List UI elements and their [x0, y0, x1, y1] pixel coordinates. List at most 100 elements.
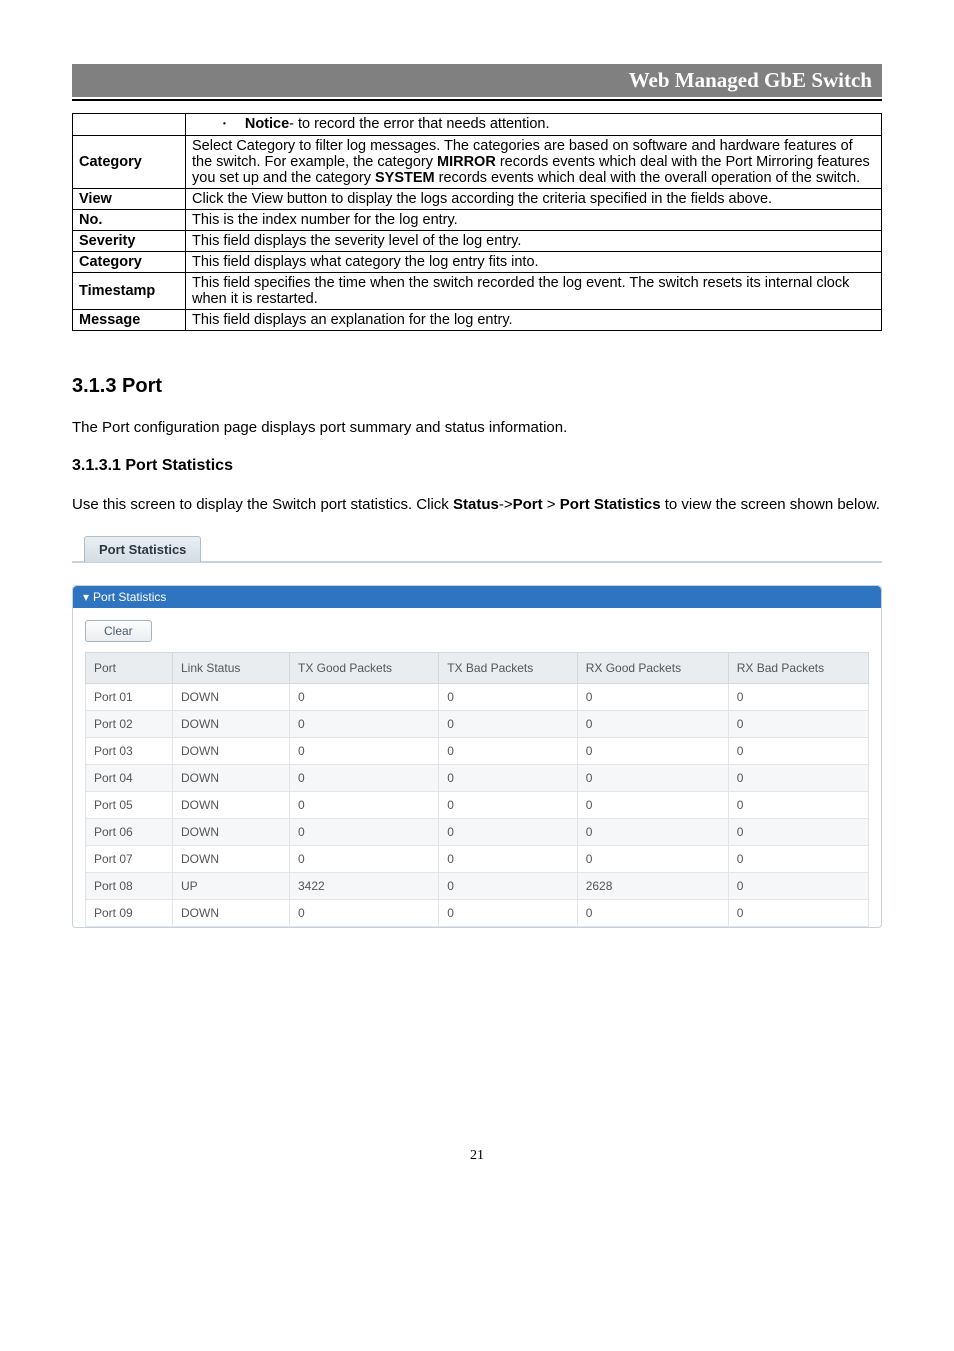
cell-port: Port 05 [86, 791, 173, 818]
section-heading-port-statistics: 3.1.3.1 Port Statistics [72, 457, 882, 475]
chevron-down-icon: ▾ [83, 590, 89, 604]
cell-link: DOWN [173, 737, 290, 764]
def-text: This field displays an explanation for t… [186, 310, 882, 331]
cell-txg: 0 [290, 899, 439, 926]
def-label: Timestamp [73, 273, 186, 310]
cell-link: DOWN [173, 845, 290, 872]
section-heading-port: 3.1.3 Port [72, 375, 882, 398]
table-row: Port 03DOWN0000 [86, 737, 869, 764]
cell-rxg: 0 [577, 764, 728, 791]
table-row: Port 08UP3422026280 [86, 872, 869, 899]
cell-txg: 3422 [290, 872, 439, 899]
cell-txg: 0 [290, 791, 439, 818]
cell-rxb: 0 [728, 872, 868, 899]
notice-text: - to record the error that needs attenti… [289, 116, 549, 132]
cell-rxg: 0 [577, 737, 728, 764]
def-notice-cell: ·Notice- to record the error that needs … [186, 114, 882, 136]
cell-rxg: 0 [577, 683, 728, 710]
cell-rxg: 0 [577, 710, 728, 737]
cell-link: DOWN [173, 899, 290, 926]
cell-port: Port 09 [86, 899, 173, 926]
cell-rxg: 2628 [577, 872, 728, 899]
cell-rxg: 0 [577, 818, 728, 845]
stats-intro: Use this screen to display the Switch po… [72, 493, 882, 516]
page-number: 21 [72, 1148, 882, 1164]
cell-txb: 0 [439, 791, 577, 818]
tab-port-statistics[interactable]: Port Statistics [84, 536, 201, 562]
cell-port: Port 02 [86, 710, 173, 737]
col-tx-bad: TX Bad Packets [439, 652, 577, 683]
def-label: No. [73, 210, 186, 231]
cell-rxb: 0 [728, 845, 868, 872]
col-rx-good: RX Good Packets [577, 652, 728, 683]
def-text: This is the index number for the log ent… [186, 210, 882, 231]
def-label: Category [73, 252, 186, 273]
port-statistics-panel: ▾Port Statistics Clear Port Link Status … [72, 585, 882, 928]
port-statistics-table: Port Link Status TX Good Packets TX Bad … [85, 652, 869, 927]
cell-txb: 0 [439, 737, 577, 764]
cell-rxb: 0 [728, 764, 868, 791]
table-header-row: Port Link Status TX Good Packets TX Bad … [86, 652, 869, 683]
cell-port: Port 04 [86, 764, 173, 791]
cell-rxb: 0 [728, 710, 868, 737]
cell-txb: 0 [439, 872, 577, 899]
cell-txb: 0 [439, 683, 577, 710]
cell-rxb: 0 [728, 737, 868, 764]
cell-txg: 0 [290, 683, 439, 710]
cell-rxb: 0 [728, 791, 868, 818]
table-row: Port 05DOWN0000 [86, 791, 869, 818]
page-header: Web Managed GbE Switch [72, 64, 882, 101]
cell-txb: 0 [439, 764, 577, 791]
cell-port: Port 08 [86, 872, 173, 899]
def-label: Category [73, 136, 186, 189]
cell-link: DOWN [173, 710, 290, 737]
cell-link: DOWN [173, 818, 290, 845]
cell-txg: 0 [290, 764, 439, 791]
col-tx-good: TX Good Packets [290, 652, 439, 683]
cell-link: UP [173, 872, 290, 899]
table-row: Port 06DOWN0000 [86, 818, 869, 845]
clear-button[interactable]: Clear [85, 620, 152, 642]
def-label: View [73, 189, 186, 210]
cell-port: Port 06 [86, 818, 173, 845]
cell-txb: 0 [439, 818, 577, 845]
def-label-empty [73, 114, 186, 136]
cell-port: Port 07 [86, 845, 173, 872]
cell-rxg: 0 [577, 899, 728, 926]
table-row: Port 07DOWN0000 [86, 845, 869, 872]
def-text: Click the View button to display the log… [186, 189, 882, 210]
table-row: Port 04DOWN0000 [86, 764, 869, 791]
header-rule [72, 99, 882, 101]
cell-link: DOWN [173, 764, 290, 791]
table-row: Port 02DOWN0000 [86, 710, 869, 737]
definition-table: ·Notice- to record the error that needs … [72, 113, 882, 331]
cell-rxg: 0 [577, 845, 728, 872]
notice-term: Notice [245, 116, 289, 132]
cell-port: Port 01 [86, 683, 173, 710]
cell-rxg: 0 [577, 791, 728, 818]
cell-txg: 0 [290, 845, 439, 872]
cell-rxb: 0 [728, 818, 868, 845]
def-text: Select Category to filter log messages. … [186, 136, 882, 189]
cell-link: DOWN [173, 683, 290, 710]
header-title: Web Managed GbE Switch [72, 64, 882, 97]
def-label: Severity [73, 231, 186, 252]
col-rx-bad: RX Bad Packets [728, 652, 868, 683]
port-intro: The Port configuration page displays por… [72, 416, 882, 439]
col-link-status: Link Status [173, 652, 290, 683]
cell-link: DOWN [173, 791, 290, 818]
cell-rxb: 0 [728, 899, 868, 926]
panel-title: ▾Port Statistics [73, 586, 881, 608]
def-label: Message [73, 310, 186, 331]
table-row: Port 09DOWN0000 [86, 899, 869, 926]
def-text: This field displays the severity level o… [186, 231, 882, 252]
def-text: This field displays what category the lo… [186, 252, 882, 273]
cell-port: Port 03 [86, 737, 173, 764]
cell-txg: 0 [290, 710, 439, 737]
cell-txb: 0 [439, 899, 577, 926]
col-port: Port [86, 652, 173, 683]
cell-txg: 0 [290, 737, 439, 764]
cell-rxb: 0 [728, 683, 868, 710]
tab-strip: Port Statistics [72, 535, 882, 563]
cell-txb: 0 [439, 710, 577, 737]
